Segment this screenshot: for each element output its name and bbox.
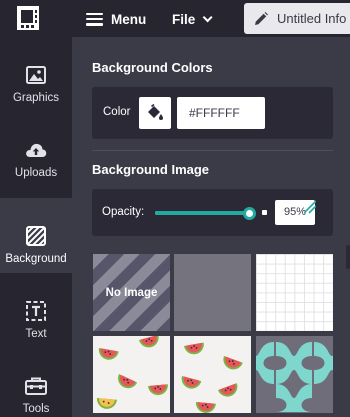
toolbox-icon <box>25 376 47 396</box>
watermelon-pattern <box>179 342 243 413</box>
color-hex-input[interactable] <box>177 97 265 129</box>
background-tile-teal-lattice[interactable] <box>256 336 333 413</box>
background-colors-title: Background Colors <box>92 60 213 75</box>
image-icon <box>26 65 46 85</box>
sidebar: Graphics Uploads Background Text Tools <box>0 37 72 417</box>
hatch-pattern-icon <box>26 226 46 246</box>
sidebar-item-graphics[interactable]: Graphics <box>0 37 72 112</box>
background-tile-grid[interactable] <box>256 254 333 331</box>
sidebar-item-label: Uploads <box>14 167 58 179</box>
color-label: Color <box>103 106 131 118</box>
hamburger-icon <box>86 12 103 26</box>
sidebar-item-label: Graphics <box>12 92 60 104</box>
background-tile-watermelon-1[interactable] <box>93 336 170 413</box>
sidebar-item-text[interactable]: Text <box>0 273 72 348</box>
sidebar-item-uploads[interactable]: Uploads <box>0 112 72 187</box>
no-image-tile[interactable]: No Image <box>93 254 170 331</box>
chevron-down-icon <box>202 11 213 22</box>
background-tile-solid-gray[interactable] <box>174 254 251 331</box>
menu-button[interactable]: Menu <box>86 9 146 29</box>
opacity-row: Opacity: 95% <box>92 189 333 236</box>
logo-icon[interactable] <box>17 6 39 30</box>
sidebar-item-background[interactable]: Background <box>0 198 72 273</box>
opacity-slider[interactable] <box>155 207 257 220</box>
opacity-label: Opacity: <box>102 206 145 218</box>
file-label: File <box>172 11 196 27</box>
opacity-value: 95% <box>284 206 307 218</box>
watermelon-pattern <box>96 336 169 410</box>
document-title-field[interactable]: Untitled Info <box>244 3 350 34</box>
sidebar-item-tools[interactable]: Tools <box>0 348 72 417</box>
color-row: Color <box>92 87 333 139</box>
pencil-icon <box>255 11 268 25</box>
opacity-slider-handle[interactable] <box>243 207 257 220</box>
opacity-slider-fill <box>155 211 250 215</box>
scrollbar-thumb[interactable] <box>346 245 350 269</box>
background-image-title: Background Image <box>92 162 210 177</box>
document-title: Untitled Info <box>277 11 347 26</box>
cloud-upload-icon <box>25 140 47 160</box>
resize-corner-icon <box>304 200 316 214</box>
no-image-label: No Image <box>105 286 158 299</box>
paint-bucket-icon <box>148 104 163 120</box>
sidebar-item-label: Background <box>5 253 67 265</box>
text-box-icon <box>26 301 46 321</box>
menu-label: Menu <box>111 11 147 27</box>
top-bar: Menu File Untitled Info <box>0 0 350 37</box>
file-menu-button[interactable]: File <box>172 9 213 29</box>
background-tile-watermelon-2[interactable] <box>174 336 251 413</box>
section-divider <box>92 150 333 151</box>
color-picker-button[interactable] <box>139 97 171 129</box>
slider-end-marker <box>262 210 267 215</box>
sidebar-item-label: Text <box>25 328 47 340</box>
lattice-pattern <box>256 342 333 412</box>
sidebar-item-label: Tools <box>22 403 50 415</box>
